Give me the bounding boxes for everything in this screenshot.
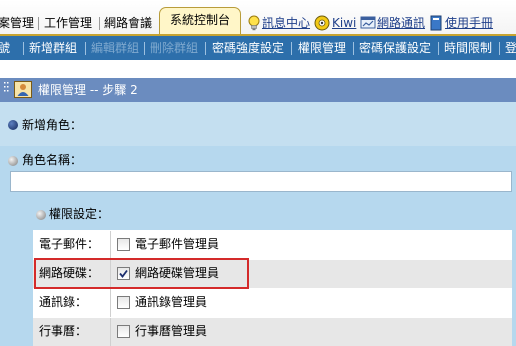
permission-settings-label: 權限設定： — [49, 207, 110, 221]
permission-row-label: 電子郵件： — [33, 231, 111, 259]
network-comm-link[interactable]: 網路通訊 — [377, 14, 425, 32]
role-name-label: 角色名稱： — [22, 153, 83, 167]
page-title: 權限管理 -- 步驟 2 — [38, 83, 138, 97]
netdisk-admin-checkbox[interactable] — [117, 267, 130, 280]
tab-work-management[interactable]: 工作管理 — [44, 14, 92, 32]
permission-row-calendar: 行事曆： 行事曆管理員 — [33, 317, 512, 346]
tab-system-console[interactable]: 系統控制台 — [159, 7, 241, 34]
new-role-label: 新增角色： — [22, 118, 83, 132]
tab-system-console-label: 系統控制台 — [169, 13, 230, 27]
submenu-item-add-group[interactable]: 新增群組 — [29, 36, 77, 60]
contacts-admin-checkbox[interactable] — [117, 296, 130, 309]
permission-row-cell: 電子郵件管理員 — [111, 231, 512, 259]
netdisk-admin-label[interactable]: 網路硬碟管理員 — [135, 260, 219, 287]
drag-grip-icon — [4, 82, 9, 92]
permission-table: 電子郵件： 電子郵件管理員 網路硬碟： 網路硬碟管理員 通訊錄： 通訊錄管理員 … — [33, 230, 512, 346]
kiwi-icon — [314, 15, 330, 31]
page-title-bar: 權限管理 -- 步驟 2 — [0, 78, 516, 102]
kiwi-link[interactable]: Kiwi — [332, 14, 356, 32]
permission-row-label: 行事曆： — [33, 318, 111, 346]
permission-row-cell: 網路硬碟管理員 — [111, 260, 512, 288]
submenu-item-password-strength[interactable]: 密碼強度設定 — [212, 36, 284, 60]
submenu-separator — [438, 42, 439, 55]
submenu-item-password-protection[interactable]: 密碼保護設定 — [359, 36, 431, 60]
submenu-separator — [85, 42, 86, 55]
message-center-link[interactable]: 訊息中心 — [262, 14, 310, 32]
tab-separator — [99, 17, 100, 30]
bullet-icon — [8, 120, 18, 130]
sub-menu-bar: 號 新增群組 編輯群組 刪除群組 密碼強度設定 權限管理 密碼保護設定 時間限制… — [0, 34, 516, 60]
bullet-icon — [8, 156, 18, 166]
permission-row-email: 電子郵件： 電子郵件管理員 — [33, 230, 512, 259]
submenu-separator — [144, 42, 145, 55]
email-admin-label[interactable]: 電子郵件管理員 — [135, 231, 219, 258]
submenu-separator — [353, 42, 354, 55]
submenu-item-permission-management[interactable]: 權限管理 — [298, 36, 346, 60]
tab-case-management[interactable]: 案管理 — [0, 14, 34, 32]
submenu-item-login[interactable]: 登 — [505, 36, 516, 60]
submenu-item-account[interactable]: 號 — [0, 36, 10, 60]
permission-row-label: 網路硬碟： — [33, 260, 111, 288]
new-role-section: 新增角色： — [0, 102, 516, 146]
lightbulb-icon — [248, 15, 260, 31]
checkmark-icon — [119, 269, 128, 278]
permission-row-contacts: 通訊錄： 通訊錄管理員 — [33, 288, 512, 317]
permission-row-cell: 行事曆管理員 — [111, 318, 512, 346]
email-admin-checkbox[interactable] — [117, 238, 130, 251]
network-comm-icon — [360, 16, 376, 29]
user-manual-link[interactable]: 使用手冊 — [445, 14, 493, 32]
submenu-separator — [291, 42, 292, 55]
contacts-admin-label[interactable]: 通訊錄管理員 — [135, 289, 207, 316]
permission-row-netdisk: 網路硬碟： 網路硬碟管理員 — [33, 259, 512, 288]
submenu-item-edit-group: 編輯群組 — [91, 41, 140, 55]
role-name-input[interactable] — [10, 171, 512, 192]
submenu-separator — [23, 42, 24, 55]
permission-row-cell: 通訊錄管理員 — [111, 289, 512, 317]
calendar-admin-checkbox[interactable] — [117, 325, 130, 338]
calendar-admin-label[interactable]: 行事曆管理員 — [135, 318, 207, 345]
submenu-item-delete-group: 刪除群組 — [150, 41, 199, 55]
bullet-icon — [36, 210, 46, 220]
top-tab-bar: 案管理 工作管理 網路會議 系統控制台 訊息中心 Kiwi 網路通訊 使用手冊 — [0, 0, 516, 34]
submenu-separator — [205, 42, 206, 55]
permission-row-label: 通訊錄： — [33, 289, 111, 317]
user-permission-icon — [14, 81, 32, 98]
tab-separator — [38, 17, 39, 30]
submenu-item-time-limit[interactable]: 時間限制 — [444, 36, 492, 60]
submenu-separator — [499, 42, 500, 55]
tab-online-meeting[interactable]: 網路會議 — [104, 14, 152, 32]
manual-book-icon — [430, 15, 442, 31]
